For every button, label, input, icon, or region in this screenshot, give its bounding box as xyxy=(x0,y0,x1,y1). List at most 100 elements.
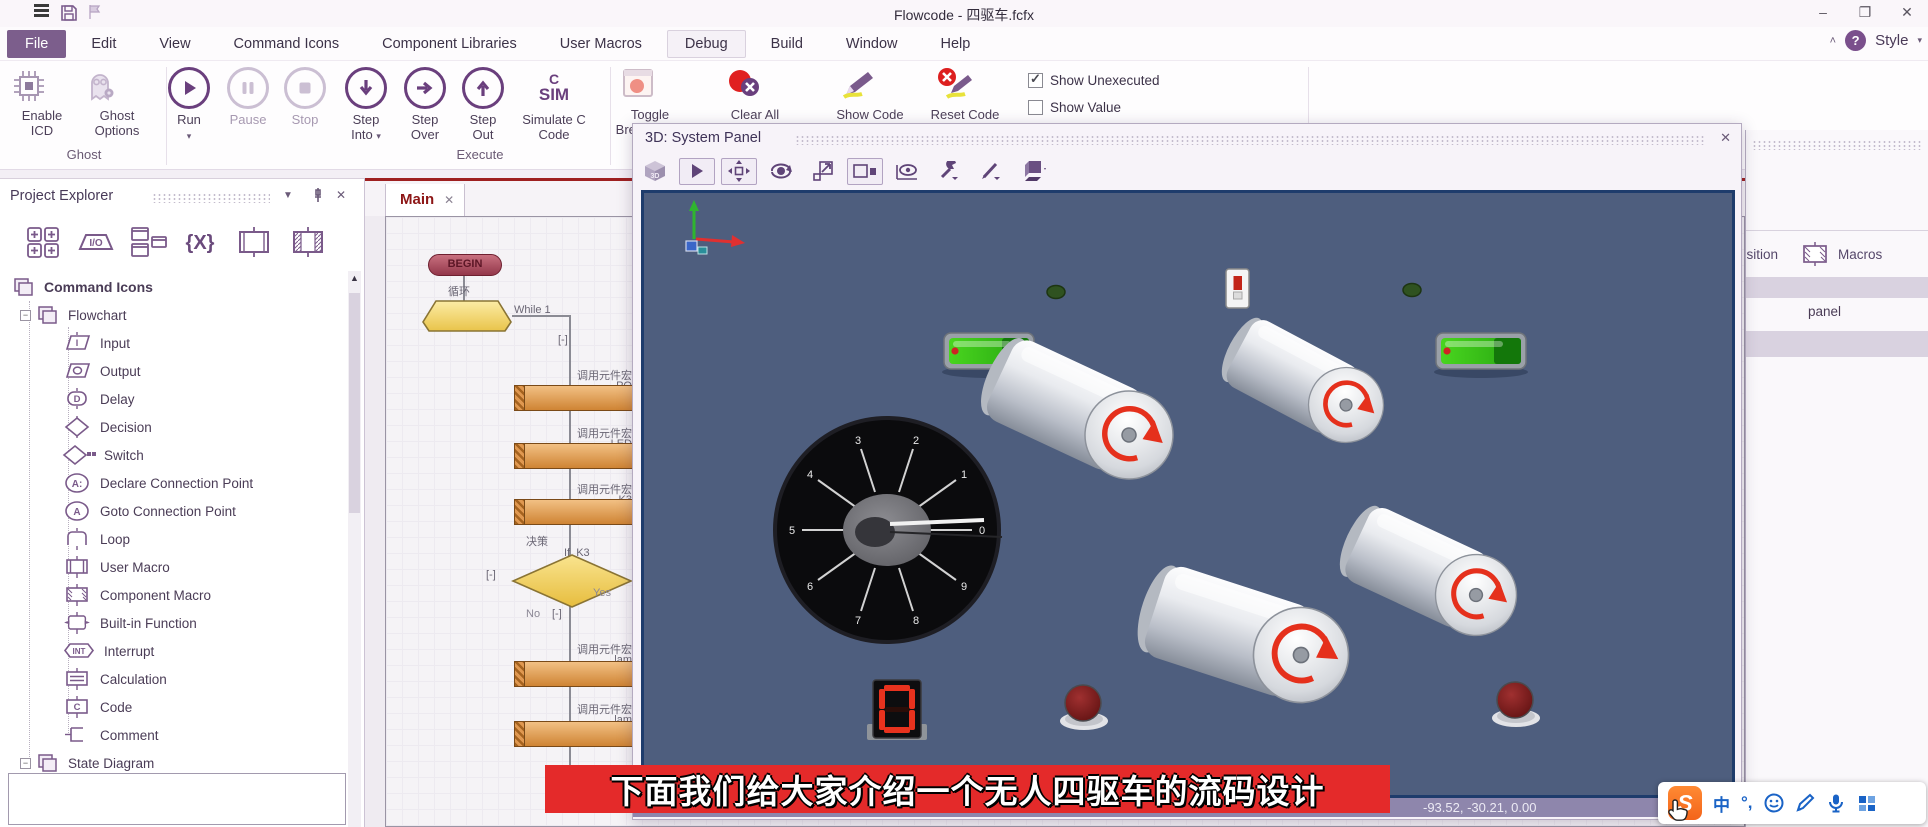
drag-handle[interactable] xyxy=(1752,140,1922,150)
help-icon[interactable]: ? xyxy=(1845,30,1866,51)
microphone-icon[interactable] xyxy=(1826,793,1846,813)
switch-component[interactable] xyxy=(1226,269,1249,308)
close-button[interactable]: ✕ xyxy=(1886,0,1928,25)
emoji-icon[interactable] xyxy=(1764,793,1784,813)
green-mount[interactable] xyxy=(1403,284,1421,297)
minimize-button[interactable]: – xyxy=(1802,0,1844,25)
style-caret-icon[interactable]: ▾ xyxy=(1917,35,1922,46)
scrollbar-thumb[interactable] xyxy=(349,293,360,513)
component-macro-icon[interactable] xyxy=(1800,242,1830,266)
punctuation-icon[interactable]: °, xyxy=(1741,793,1753,813)
restore-button[interactable]: ❐ xyxy=(1844,0,1886,25)
menu-debug[interactable]: Debug xyxy=(667,30,746,58)
reset-code-button[interactable] xyxy=(935,67,995,101)
select-tool-button[interactable] xyxy=(679,158,715,185)
pause-button[interactable]: Pause xyxy=(222,67,274,127)
menu-component-libraries[interactable]: Component Libraries xyxy=(364,30,535,58)
flowchart-component-macro[interactable] xyxy=(514,443,644,469)
tree-item-decision[interactable]: Decision xyxy=(0,413,348,441)
push-button-right[interactable] xyxy=(1492,682,1540,727)
rotate-tool-button[interactable] xyxy=(763,158,799,185)
lang-toggle-icon[interactable]: 中 xyxy=(1713,791,1730,816)
panel-dropdown-icon[interactable]: ▼ xyxy=(283,190,293,201)
view-eye-button[interactable] xyxy=(889,158,925,185)
macros-label[interactable]: Macros xyxy=(1838,247,1882,262)
simulate-c-code-button[interactable]: C SIM Simulate C Code xyxy=(516,67,592,142)
keyboard-layout-icon[interactable] xyxy=(1857,793,1877,813)
add-command-icons-button[interactable] xyxy=(24,225,64,259)
menu-user-macros[interactable]: User Macros xyxy=(542,30,660,58)
component-macro-button[interactable] xyxy=(286,225,330,259)
toggle-breakpoint-button[interactable] xyxy=(620,67,680,101)
motor-4[interactable] xyxy=(1128,558,1361,714)
region-tool-button[interactable] xyxy=(847,158,883,185)
tree-item-interrupt[interactable]: INT Interrupt xyxy=(0,637,348,665)
show-checkbox-1[interactable]: Show Value xyxy=(1028,100,1121,115)
ghost-options-button[interactable]: Ghost Options xyxy=(80,67,154,138)
flowchart-decision[interactable] xyxy=(511,554,633,608)
variables-button[interactable]: {X} xyxy=(178,225,222,259)
scale-tool-button[interactable] xyxy=(805,158,841,185)
led-bar-right[interactable] xyxy=(1434,333,1528,378)
show-checkbox-0[interactable]: Show Unexecuted xyxy=(1028,73,1160,88)
flowchart-component-macro[interactable] xyxy=(514,499,644,525)
drag-handle[interactable] xyxy=(795,135,1705,145)
collapse-expander-icon[interactable]: − xyxy=(20,758,31,769)
pin-icon[interactable] xyxy=(311,187,325,203)
flowchart-loop-start[interactable] xyxy=(422,300,512,332)
tree-group-flowchart[interactable]: − Flowchart xyxy=(0,301,348,329)
3d-view-icon[interactable]: 3D xyxy=(637,158,673,185)
checkbox-icon[interactable] xyxy=(1028,73,1043,88)
shapes-box-button[interactable] xyxy=(1015,158,1051,185)
3d-viewport[interactable]: 0 1 2 3 4 5 6 7 8 9 xyxy=(641,190,1735,798)
collapse-indicator[interactable]: [-] xyxy=(486,569,496,581)
tree-item-output[interactable]: Output xyxy=(0,357,348,385)
component-button[interactable] xyxy=(232,225,276,259)
push-button-left[interactable] xyxy=(1060,685,1108,730)
tab-main[interactable]: Main ✕ xyxy=(385,184,465,219)
tree-item-user-macro[interactable]: User Macro xyxy=(0,553,348,581)
position-label[interactable]: Position xyxy=(1746,247,1792,262)
paint-brush-button[interactable] xyxy=(973,158,1009,185)
menu-build[interactable]: Build xyxy=(753,30,821,58)
run-button[interactable]: Run▾ xyxy=(164,67,214,144)
tree-item-calculation[interactable]: Calculation xyxy=(0,665,348,693)
tree-item-built-in-function[interactable]: Built-in Function xyxy=(0,609,348,637)
motor-3[interactable] xyxy=(1330,498,1529,648)
flowchart-component-macro[interactable] xyxy=(514,721,644,747)
tree-item-goto-connection-point[interactable]: A Goto Connection Point xyxy=(0,497,348,525)
menu-view[interactable]: View xyxy=(141,30,208,58)
drag-handle[interactable] xyxy=(152,193,270,203)
3d-panel-close-icon[interactable]: ✕ xyxy=(1720,130,1731,146)
handwriting-icon[interactable] xyxy=(1795,793,1815,813)
scroll-up-icon[interactable]: ▲ xyxy=(348,273,361,283)
green-mount[interactable] xyxy=(1047,286,1065,299)
tree-item-component-macro[interactable]: Component Macro xyxy=(0,581,348,609)
step-over-button[interactable]: Step Over xyxy=(400,67,450,142)
collapse-ribbon-icon[interactable]: ˄ xyxy=(1830,35,1836,47)
motor-2[interactable] xyxy=(1213,311,1397,456)
tree-item-comment[interactable]: Comment xyxy=(0,721,348,749)
flowchart-begin[interactable]: BEGIN xyxy=(428,254,502,276)
menu-edit[interactable]: Edit xyxy=(73,30,134,58)
step-into-button[interactable]: Step Into ▾ xyxy=(340,67,392,144)
io-button[interactable]: I/O xyxy=(74,225,118,259)
enable-icd-button[interactable]: Enable ICD xyxy=(10,67,74,138)
rotary-dial[interactable]: 0 1 2 3 4 5 6 7 8 9 xyxy=(775,418,1002,642)
tree-item-switch[interactable]: Switch xyxy=(0,441,348,469)
tree-item-loop[interactable]: Loop xyxy=(0,525,348,553)
show-code-button[interactable] xyxy=(840,67,900,101)
step-out-button[interactable]: Step Out xyxy=(458,67,508,142)
menu-file[interactable]: File xyxy=(7,30,66,58)
clear-all-button[interactable] xyxy=(725,67,785,101)
panel-close-icon[interactable]: ✕ xyxy=(336,188,346,202)
dock-row[interactable] xyxy=(1746,277,1928,298)
collapse-indicator[interactable]: [-] xyxy=(558,334,568,346)
menu-command-icons[interactable]: Command Icons xyxy=(216,30,358,58)
dock-row-value[interactable]: panel xyxy=(1808,304,1841,319)
tree-item-input[interactable]: I Input xyxy=(0,329,348,357)
collapse-expander-icon[interactable]: − xyxy=(20,310,31,321)
tree-item-declare-connection-point[interactable]: A: Declare Connection Point xyxy=(0,469,348,497)
move-tool-button[interactable] xyxy=(721,158,757,185)
tree-item-code[interactable]: C Code xyxy=(0,693,348,721)
